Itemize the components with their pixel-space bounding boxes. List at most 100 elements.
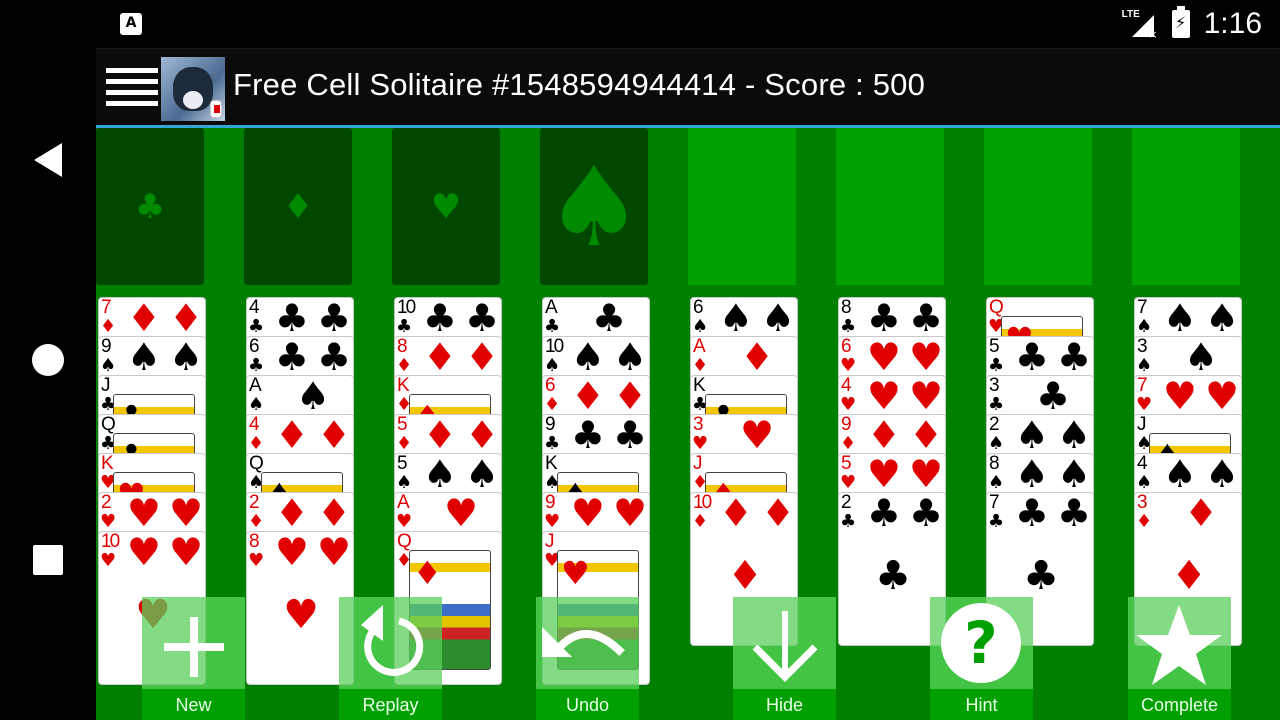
- card-suit-icon: ♥: [840, 355, 857, 376]
- svg-text:?: ?: [964, 609, 998, 677]
- card-rank: 10: [101, 531, 120, 552]
- card-pips: ♣ ♣: [1014, 336, 1091, 379]
- card-rank: 8: [989, 453, 1000, 474]
- plus-icon: [142, 597, 245, 689]
- card-pips: ♥ ♥: [126, 531, 203, 574]
- card-rank: 7: [1137, 297, 1148, 318]
- free-cell[interactable]: [688, 128, 796, 285]
- new-button[interactable]: New: [142, 597, 245, 720]
- page-title: Free Cell Solitaire #1548594944414 - Sco…: [233, 67, 926, 102]
- card-suit-icon: ♥: [396, 511, 413, 532]
- undo-icon: [536, 597, 639, 689]
- card-rank: 5: [841, 453, 852, 474]
- card-suit-icon: ♣: [988, 394, 1005, 415]
- card-rank: 7: [101, 297, 112, 318]
- card-rank: 2: [101, 492, 112, 513]
- card-pips: ♣ ♣: [866, 297, 943, 340]
- undo-button[interactable]: Undo: [536, 597, 639, 720]
- card-pips: ♥ ♥: [866, 453, 943, 496]
- card-rank: 3: [989, 375, 1000, 396]
- card-suit-icon: ♦: [840, 433, 857, 454]
- card-rank: 7: [1137, 375, 1148, 396]
- card-rank: 3: [1137, 336, 1148, 357]
- card-pips: ♣ ♣: [1014, 492, 1091, 535]
- card-pips: ♥: [443, 492, 478, 535]
- card-rank: A: [545, 297, 558, 318]
- foundation-spades[interactable]: ♠: [540, 128, 648, 285]
- cat-logo-icon: [161, 57, 225, 121]
- card-pips: ♣: [875, 553, 911, 599]
- card-suit-icon: ♦: [248, 511, 265, 532]
- clock: 1:16: [1203, 7, 1262, 40]
- card-suit-icon: ♣: [248, 316, 265, 337]
- card-pips: ♥ ♥: [1162, 375, 1239, 418]
- card-suit-icon: ♦: [100, 316, 117, 337]
- hide-button[interactable]: Hide: [733, 597, 836, 720]
- card-rank: 2: [249, 492, 260, 513]
- card-pips: ♣: [591, 297, 626, 340]
- free-cell[interactable]: [836, 128, 944, 285]
- card-pips: ♠: [295, 375, 330, 418]
- card-rank: Q: [249, 453, 264, 474]
- card-pips: ♦ ♦: [718, 492, 795, 535]
- free-cell[interactable]: [984, 128, 1092, 285]
- hearts-icon: ♥: [430, 186, 462, 227]
- card-rank: 9: [101, 336, 112, 357]
- card-pips: ♠ ♠: [718, 297, 795, 340]
- card-suit-icon: ♦: [396, 433, 413, 454]
- card-pips: ♦: [1183, 492, 1218, 535]
- card-suit-icon: ♠: [988, 433, 1005, 454]
- card-suit-icon: ♦: [396, 355, 413, 376]
- home-circle-icon[interactable]: [32, 344, 64, 376]
- card-suit-icon: ♠: [1136, 316, 1153, 337]
- card-pips: ♦ ♦: [274, 492, 351, 535]
- card-suit-icon: ♠: [692, 316, 709, 337]
- card-suit-icon: ♣: [248, 355, 265, 376]
- recents-square-icon[interactable]: [33, 545, 63, 575]
- replay-button[interactable]: Replay: [339, 597, 442, 720]
- star-icon: [1128, 597, 1231, 689]
- card-pips: ♣: [1023, 553, 1059, 599]
- card-suit-icon: ♥: [692, 433, 709, 454]
- card-suit-icon: ♥: [1136, 394, 1153, 415]
- card-suit-icon: ♠: [100, 355, 117, 376]
- card-pips: ♠ ♠: [1162, 453, 1239, 496]
- hint-button[interactable]: ? Hint: [930, 597, 1033, 720]
- button-label: New: [175, 695, 212, 715]
- button-label: Complete: [1140, 695, 1219, 715]
- card-rank: 10: [397, 297, 416, 318]
- battery-charging-icon: ⚡: [1171, 6, 1190, 38]
- card-rank: 4: [249, 414, 260, 435]
- card-rank: J: [101, 375, 111, 396]
- card-suit-icon: ♥: [100, 511, 117, 532]
- foundation-hearts[interactable]: ♥: [392, 128, 500, 285]
- foundation-clubs[interactable]: ♣: [96, 128, 204, 285]
- card-rank: A: [249, 375, 262, 396]
- foundation-diamonds[interactable]: ♦: [244, 128, 352, 285]
- card-rank: 5: [397, 453, 408, 474]
- card-pips: ♣ ♣: [866, 492, 943, 535]
- card-rank: K: [397, 375, 410, 396]
- card-8-1-6[interactable]: 8 ♥ ♥ ♥ ♥: [246, 531, 354, 685]
- complete-button[interactable]: Complete: [1128, 597, 1231, 720]
- card-rank: 9: [545, 414, 556, 435]
- card-pips: ♠ ♠: [126, 336, 203, 379]
- card-suit-icon: ♠: [396, 472, 413, 493]
- card-rank: A: [397, 492, 410, 513]
- card-rank: 10: [545, 336, 564, 357]
- card-pips: ♦: [739, 336, 774, 379]
- card-rank: K: [545, 453, 558, 474]
- card-rank: 4: [249, 297, 260, 318]
- card-rank: 10: [693, 492, 712, 513]
- hamburger-menu-icon[interactable]: [106, 68, 158, 108]
- card-rank: 2: [989, 414, 1000, 435]
- card-pips: ♥ ♥: [126, 492, 203, 535]
- card-rank: K: [101, 453, 114, 474]
- card-rank: 5: [989, 336, 1000, 357]
- card-rank: Q: [989, 297, 1004, 318]
- free-cell[interactable]: [1132, 128, 1240, 285]
- back-triangle-icon[interactable]: [34, 143, 62, 177]
- card-rank: 6: [693, 297, 704, 318]
- card-suit-icon: ♥: [100, 550, 117, 571]
- card-pips: ♠: [1183, 336, 1218, 379]
